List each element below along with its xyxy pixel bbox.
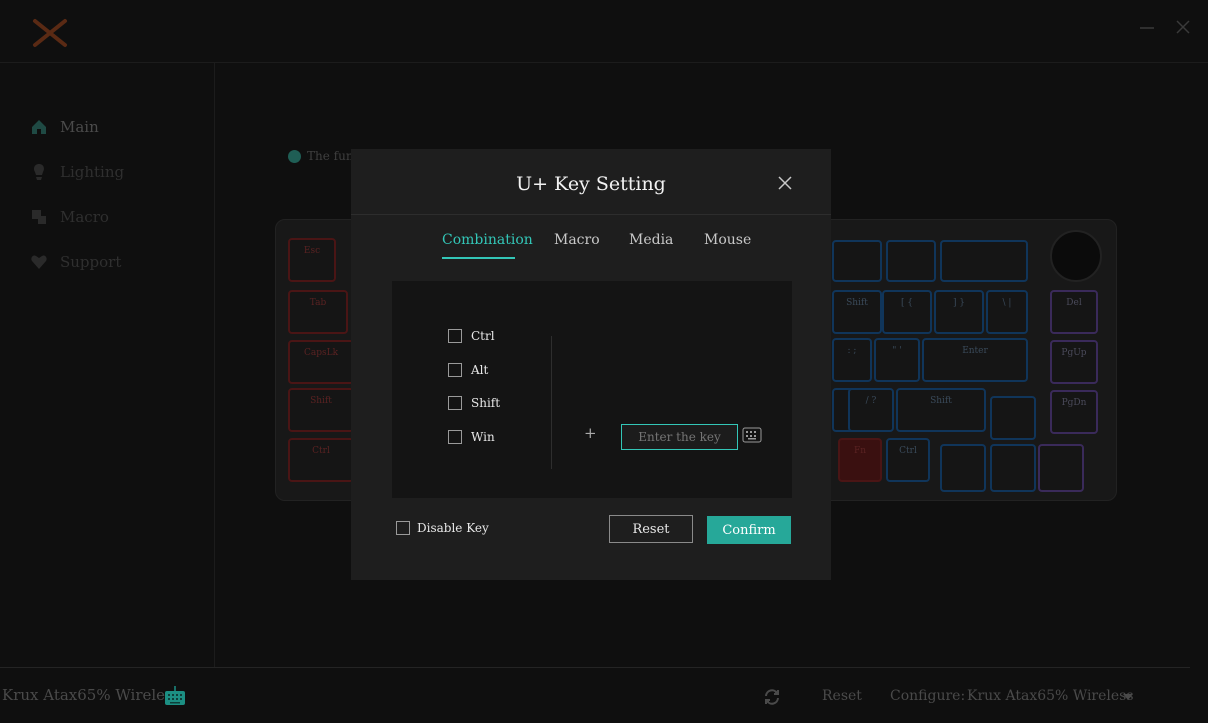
sidebar-item-label: Lighting <box>60 163 125 181</box>
key-arrow-right[interactable] <box>1038 444 1084 492</box>
tab-macro[interactable]: Macro <box>554 232 600 248</box>
modifier-label: Alt <box>471 363 489 377</box>
disable-key-option[interactable]: Disable Key <box>396 519 489 537</box>
key-bracket-left[interactable]: Shift <box>832 290 882 334</box>
key-slash[interactable]: / ? <box>848 388 894 432</box>
sidebar-item-macro[interactable]: Macro <box>30 205 109 229</box>
key-arrow-up[interactable] <box>990 396 1036 440</box>
modifier-ctrl[interactable]: Ctrl <box>448 327 495 345</box>
volume-knob[interactable] <box>1050 230 1102 282</box>
sidebar-item-lighting[interactable]: Lighting <box>30 160 124 184</box>
key-quote[interactable]: " ' <box>874 338 920 382</box>
modifier-shift[interactable]: Shift <box>448 394 500 412</box>
key-f[interactable] <box>886 240 936 282</box>
key-setting-modal: U+ Key Setting Combination Macro Media M… <box>351 149 831 580</box>
ctrl-checkbox[interactable] <box>448 329 462 343</box>
tab-combination[interactable]: Combination <box>442 232 533 248</box>
sidebar-item-label: Macro <box>60 208 109 226</box>
plus-sign: + <box>584 424 597 442</box>
key-backslash[interactable]: \ | <box>986 290 1028 334</box>
sidebar-item-label: Main <box>60 118 99 136</box>
key-semicolon[interactable]: : ; <box>832 338 872 382</box>
modal-divider <box>351 214 831 215</box>
home-icon <box>32 120 46 134</box>
top-bar <box>0 0 1208 63</box>
modifier-label: Ctrl <box>471 329 495 343</box>
sidebar: Main Lighting Macro Support <box>0 62 215 667</box>
footer-reset-link[interactable]: Reset <box>822 688 862 704</box>
keyboard-icon[interactable] <box>742 426 762 444</box>
modifier-label: Win <box>471 430 495 444</box>
minimize-icon[interactable] <box>1138 18 1156 36</box>
key-esc[interactable]: Esc <box>288 238 336 282</box>
modifier-win[interactable]: Win <box>448 428 495 446</box>
bulb-icon <box>34 164 44 180</box>
disable-key-checkbox[interactable] <box>396 521 410 535</box>
key-shift-right[interactable]: Shift <box>896 388 986 432</box>
key-bracket-left[interactable]: [ { <box>882 290 932 334</box>
info-icon <box>288 149 301 163</box>
tab-mouse[interactable]: Mouse <box>704 232 751 248</box>
key-shift-left[interactable]: Shift <box>288 388 354 432</box>
panel-divider <box>551 336 552 469</box>
sidebar-item-main[interactable]: Main <box>30 115 99 139</box>
notice-text: The func <box>288 148 360 164</box>
key-arrow-down[interactable] <box>990 444 1036 492</box>
key-arrow-left[interactable] <box>940 444 986 492</box>
configure-label: Configure: <box>890 688 966 704</box>
win-checkbox[interactable] <box>448 430 462 444</box>
x-logo-icon <box>33 19 67 47</box>
key-ctrl-left[interactable]: Ctrl <box>288 438 354 482</box>
chevron-down-icon[interactable] <box>1122 692 1134 702</box>
key-ctrl-right[interactable]: Ctrl <box>886 438 930 482</box>
key-tab[interactable]: Tab <box>288 290 348 334</box>
key-enter[interactable]: Enter <box>922 338 1028 382</box>
keyboard-device-icon[interactable] <box>163 683 187 707</box>
key-input[interactable] <box>621 424 738 450</box>
combination-panel: Ctrl Alt Shift Win + <box>392 281 792 498</box>
close-icon[interactable] <box>777 175 793 191</box>
configure-select[interactable]: Krux Atax65% Wireless <box>967 688 1134 704</box>
modifier-alt[interactable]: Alt <box>448 361 488 379</box>
key-bracket-right[interactable]: ] } <box>934 290 984 334</box>
confirm-button[interactable]: Confirm <box>707 516 791 544</box>
key-pgup[interactable]: PgUp <box>1050 340 1098 384</box>
sidebar-item-label: Support <box>60 253 122 271</box>
heart-icon <box>31 255 47 269</box>
modal-title: U+ Key Setting <box>516 173 666 195</box>
reset-button[interactable]: Reset <box>609 515 693 543</box>
tab-media[interactable]: Media <box>629 232 673 248</box>
device-name: Krux Atax65% Wireless <box>2 686 181 704</box>
macro-icon <box>32 210 46 224</box>
modifier-label: Shift <box>471 396 501 410</box>
alt-checkbox[interactable] <box>448 363 462 377</box>
window-close-icon[interactable] <box>1174 18 1192 36</box>
shift-checkbox[interactable] <box>448 396 462 410</box>
active-tab-indicator <box>442 257 515 259</box>
key-del[interactable]: Del <box>1050 290 1098 334</box>
sidebar-item-support[interactable]: Support <box>30 250 121 274</box>
key-fn[interactable]: Fn <box>838 438 882 482</box>
key-pgdn[interactable]: PgDn <box>1050 390 1098 434</box>
disable-key-label: Disable Key <box>417 521 489 535</box>
key-capslock[interactable]: CapsLk <box>288 340 354 384</box>
key-backspace[interactable] <box>940 240 1028 282</box>
key-f[interactable] <box>832 240 882 282</box>
sync-icon[interactable] <box>762 687 782 707</box>
